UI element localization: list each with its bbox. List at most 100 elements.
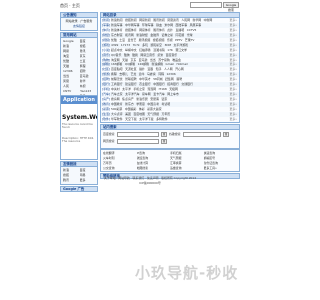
directory-link[interactable]: 天气预报 xyxy=(147,112,159,116)
directory-link[interactable]: 开心网 xyxy=(175,67,184,71)
directory-link[interactable]: 163邮箱 xyxy=(111,62,122,66)
directory-link[interactable]: 新浪新闻 xyxy=(111,18,123,22)
directory-link[interactable]: 126邮箱 xyxy=(138,62,149,66)
directory-link[interactable]: 人民网 xyxy=(181,18,190,22)
tool-link[interactable]: 在线计算 xyxy=(137,161,171,166)
directory-link[interactable]: CCTV5 xyxy=(187,28,197,32)
directory-link[interactable]: 同花顺 xyxy=(176,33,185,37)
directory-link[interactable]: 搜房网 xyxy=(111,97,120,101)
directory-link[interactable]: 凤凰军事 xyxy=(190,23,202,27)
directory-link[interactable]: 中华英才 xyxy=(139,77,151,81)
tool-link[interactable]: 公交查询 xyxy=(103,166,137,171)
directory-link[interactable]: 华军软件 xyxy=(111,117,123,121)
tool-link[interactable]: 更多工具» xyxy=(204,166,238,171)
directory-link[interactable]: 苏宁易购 xyxy=(158,58,170,62)
directory-link[interactable]: 中华网军事 xyxy=(125,23,139,27)
directory-link[interactable]: 潇湘书院 xyxy=(153,48,165,52)
baidu-search-button[interactable]: 搜 xyxy=(161,132,167,137)
directory-link[interactable]: 金融界 xyxy=(150,33,159,37)
directory-link[interactable]: 学而思 xyxy=(136,102,145,106)
directory-link[interactable]: 腾讯体育 xyxy=(153,28,165,32)
directory-link[interactable]: 搜狐视频 xyxy=(153,38,165,42)
directory-link[interactable]: 3DM xyxy=(164,43,171,47)
directory-link[interactable]: 中国福彩 xyxy=(125,107,137,111)
directory-link[interactable]: 中国银行 xyxy=(153,82,165,86)
directory-link[interactable]: 人人网 xyxy=(164,67,173,71)
directory-link[interactable]: 和讯网 xyxy=(125,33,134,37)
directory-link[interactable]: 天涯社区 xyxy=(125,67,137,71)
directory-link[interactable]: 中关村 xyxy=(111,87,120,91)
directory-link[interactable]: 艺龙 xyxy=(130,72,136,76)
directory-link[interactable]: 芒果TV xyxy=(185,38,195,42)
tool-link[interactable]: 违章查询 xyxy=(170,166,204,171)
tool-link[interactable]: 身份证查询 xyxy=(204,161,238,166)
directory-link[interactable]: 纵横中文 xyxy=(125,48,137,52)
directory-link[interactable]: 铁血 xyxy=(156,23,162,27)
tool-link[interactable]: 万年历 xyxy=(103,161,137,166)
search-button[interactable]: Google 搜索 xyxy=(223,2,239,12)
tool-link[interactable]: IP查询 xyxy=(137,151,171,156)
directory-link[interactable]: 7k7k xyxy=(133,43,140,47)
directory-link[interactable]: 天猫 xyxy=(122,58,128,62)
directory-link[interactable]: 百度音乐 xyxy=(166,53,178,57)
directory-link[interactable]: 酷狗 xyxy=(124,53,130,57)
directory-link[interactable]: 亚马逊 xyxy=(139,58,148,62)
tool-link[interactable]: 手机归属 xyxy=(170,151,204,156)
directory-link[interactable]: 当当 xyxy=(150,58,156,62)
notice-line[interactable]: 友情链接 xyxy=(63,24,95,29)
directory-link[interactable]: 天极网 xyxy=(169,87,178,91)
directory-link[interactable]: 土豆 xyxy=(119,38,125,42)
tool-link[interactable]: 航班查询 xyxy=(137,156,171,161)
search-input[interactable] xyxy=(190,2,222,8)
directory-link[interactable]: 西陆军事 xyxy=(176,23,188,27)
directory-link[interactable]: 唯品会 xyxy=(172,58,181,62)
tool-link[interactable]: 汇率换算 xyxy=(170,161,204,166)
directory-link[interactable]: 淘宝网 xyxy=(111,58,120,62)
directory-link[interactable]: 12306 xyxy=(166,72,175,76)
directory-link[interactable]: 红袖添香 xyxy=(139,48,151,52)
directory-link[interactable]: 乐视 xyxy=(167,38,173,42)
directory-link[interactable]: 优酷 xyxy=(111,38,117,42)
directory-link[interactable]: 手机之家 xyxy=(133,87,145,91)
directory-link[interactable]: 赶集网 xyxy=(165,77,174,81)
directory-link[interactable]: 多特软件 xyxy=(156,117,168,121)
directory-link[interactable]: 证券之星 xyxy=(161,33,173,37)
directory-link[interactable]: QQ邮箱 xyxy=(125,62,135,66)
directory-link[interactable]: 新浪军事 xyxy=(111,23,123,27)
directory-link[interactable]: 安居客 xyxy=(150,97,159,101)
directory-link[interactable]: 中国高考 xyxy=(147,102,159,106)
directory-link[interactable]: PPTV xyxy=(175,38,182,42)
directory-link[interactable]: 起点中文 xyxy=(111,48,123,52)
tool-link[interactable]: 天气预报 xyxy=(170,156,204,161)
directory-link[interactable]: 米尔网 xyxy=(164,23,173,27)
directory-link[interactable]: 酷我 xyxy=(132,53,138,57)
directory-link[interactable]: 爱卡汽车 xyxy=(153,92,165,96)
directory-link[interactable]: 天空下载 xyxy=(125,117,137,121)
directory-link[interactable]: 网易云音乐 xyxy=(140,53,154,57)
directory-link[interactable]: 同程 xyxy=(158,72,164,76)
directory-link[interactable]: 新浪体育 xyxy=(111,28,123,32)
directory-link[interactable]: 腾讯视频 xyxy=(139,38,151,42)
directory-link[interactable]: 环球军事 xyxy=(142,23,154,27)
directory-link[interactable]: 彩票大赢家 xyxy=(147,107,161,111)
directory-link[interactable]: 中新网 xyxy=(204,18,213,22)
directory-link[interactable]: Gmail xyxy=(166,62,174,66)
directory-link[interactable]: 游民星空 xyxy=(150,43,162,47)
baidu-search-input[interactable] xyxy=(117,132,159,137)
directory-more-link[interactable]: 更多» xyxy=(224,117,239,122)
tool-link[interactable]: 火车时刻 xyxy=(103,156,137,161)
directory-link[interactable]: 太平洋 xyxy=(122,87,131,91)
directory-link[interactable]: 易车网 xyxy=(142,92,151,96)
directory-link[interactable]: 58同城 xyxy=(153,77,162,81)
directory-link[interactable]: 中国教育 xyxy=(111,102,123,106)
directory-link[interactable]: 17K xyxy=(167,48,173,52)
directory-link[interactable]: 建设银行 xyxy=(125,82,137,86)
directory-link[interactable]: 智联招聘 xyxy=(125,77,137,81)
directory-link[interactable]: 农业银行 xyxy=(139,82,151,86)
directory-link[interactable]: 新浪乐居 xyxy=(136,97,148,101)
directory-link[interactable]: 百度贴吧 xyxy=(111,67,123,71)
directory-link[interactable]: 万年历 xyxy=(161,112,170,116)
directory-link[interactable]: 搜狐新闻 xyxy=(125,18,137,22)
directory-link[interactable]: 工商银行 xyxy=(111,82,123,86)
directory-link[interactable]: 太平洋下载 xyxy=(139,117,153,121)
